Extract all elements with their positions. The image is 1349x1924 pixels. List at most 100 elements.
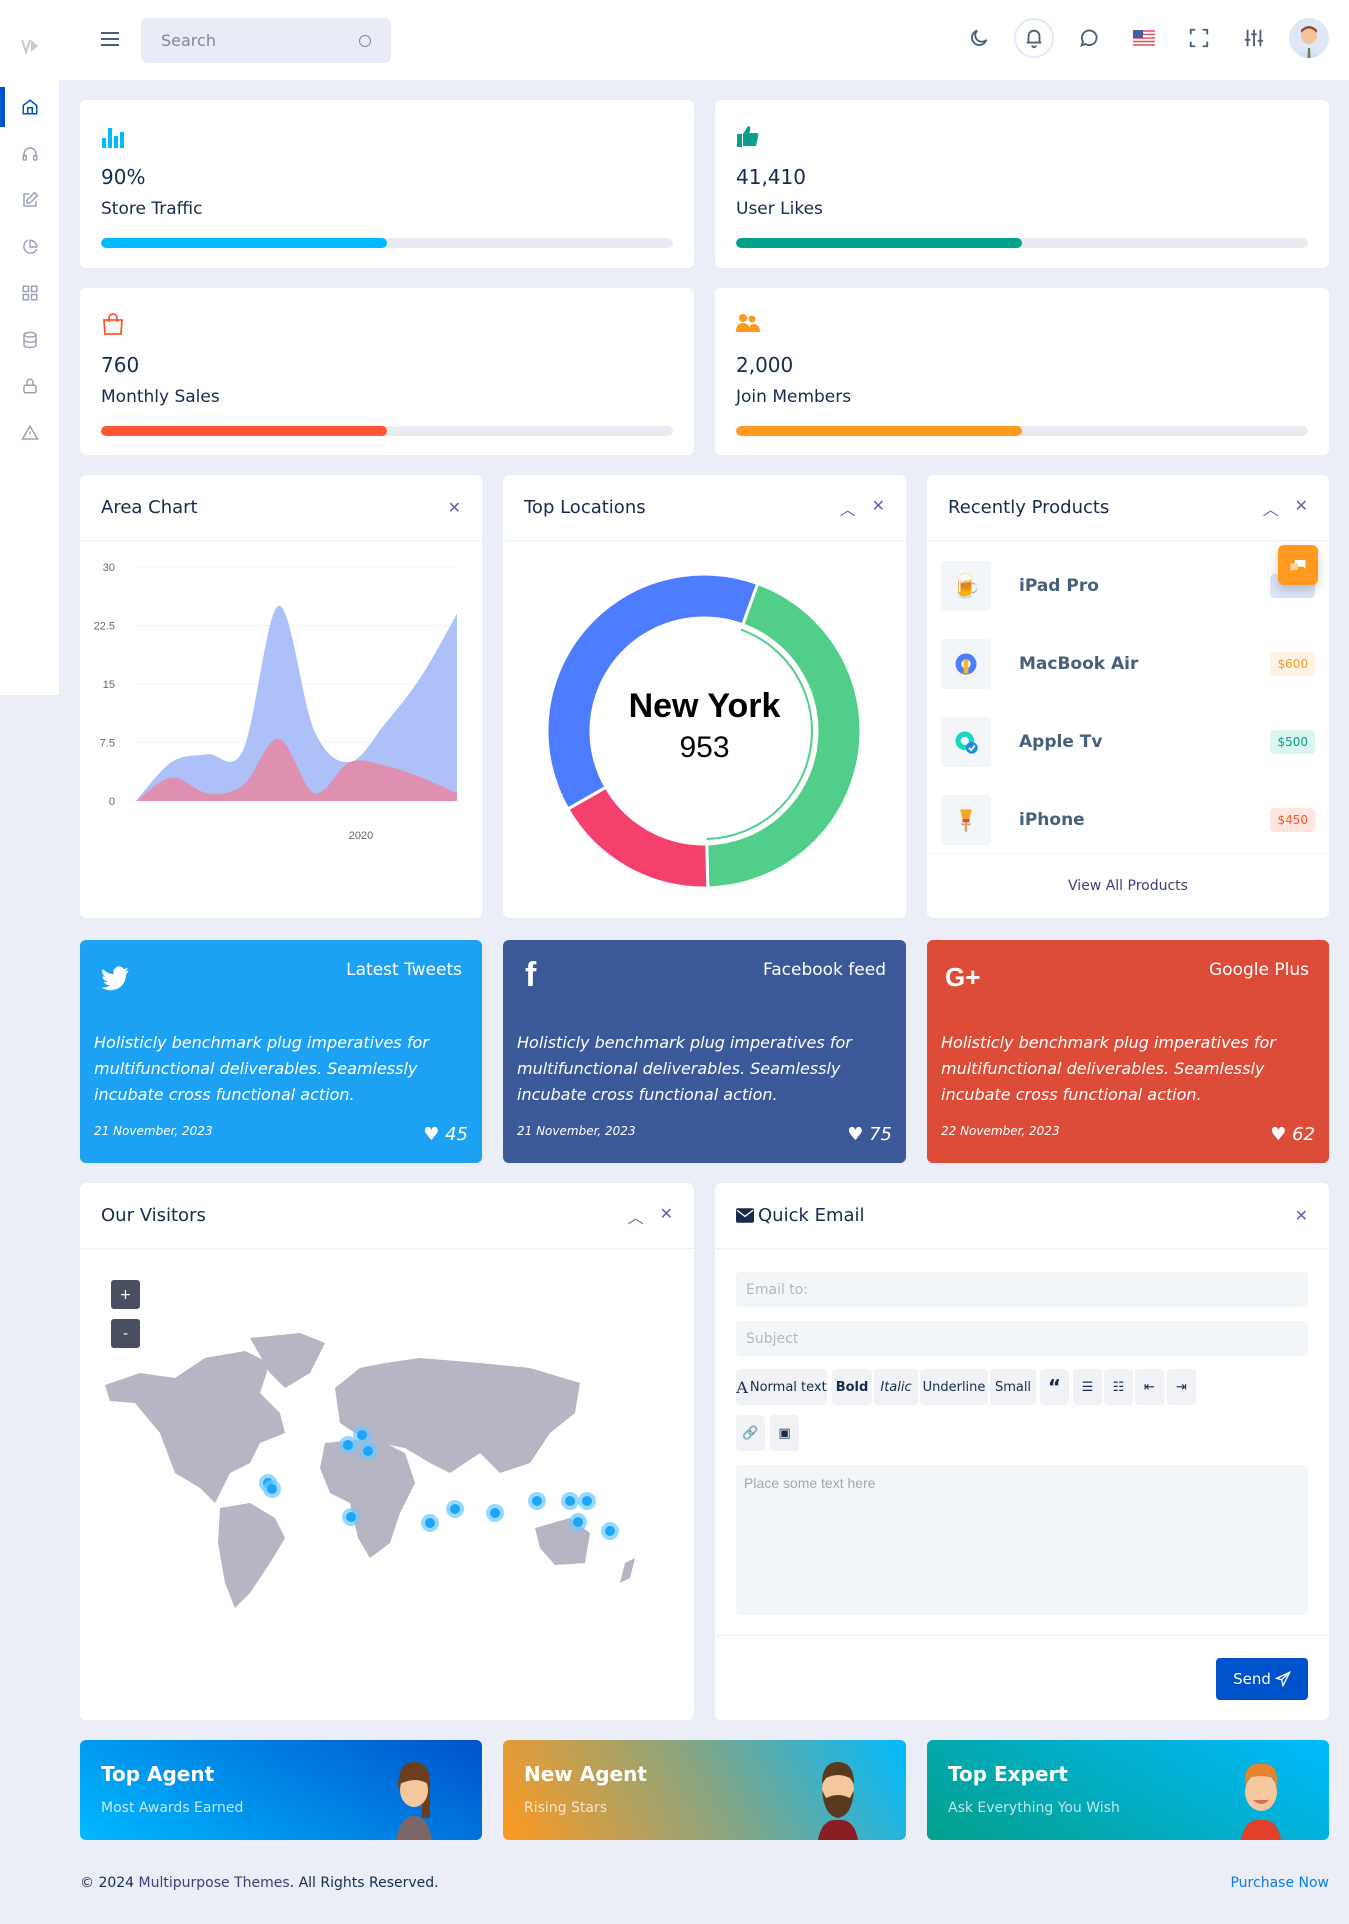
indent-icon: ⇥ [1176, 1379, 1187, 1395]
sidebar-item-apps[interactable] [0, 273, 59, 313]
small-button[interactable]: Small [990, 1369, 1036, 1405]
bold-button[interactable]: Bold [832, 1369, 872, 1405]
fullscreen-button[interactable] [1179, 18, 1219, 58]
product-item[interactable]: iPhone $450 [941, 790, 1315, 850]
social-date: 21 November, 2023 [94, 1124, 213, 1138]
card-title: Our Visitors [101, 1205, 206, 1226]
world-map[interactable] [100, 1333, 680, 1623]
product-image [941, 717, 991, 767]
social-text: Holisticly benchmark plug imperatives fo… [517, 1033, 852, 1104]
map-zoom-in-button[interactable]: + [111, 1280, 140, 1309]
sidebar-item-edit[interactable] [0, 180, 59, 220]
agent-card-new-agent[interactable]: New Agent Rising Stars [503, 1740, 906, 1840]
search-placeholder: Search [161, 31, 216, 50]
email-to-input[interactable]: Email to: [736, 1272, 1308, 1307]
send-button[interactable]: Send [1216, 1658, 1308, 1700]
outdent-button[interactable]: ⇤ [1135, 1369, 1164, 1405]
donut-center-label: New York [628, 687, 781, 725]
product-price: $500 [1270, 730, 1315, 754]
heart-icon: ♥ [1270, 1124, 1287, 1145]
notifications-button[interactable] [1014, 18, 1054, 58]
y-tick-label: 30 [103, 562, 115, 574]
floating-chat-button[interactable] [1278, 545, 1318, 585]
stat-card-user-likes: 41,410 User Likes [715, 100, 1329, 268]
database-icon [22, 331, 37, 349]
hamburger-menu-icon[interactable] [99, 28, 121, 50]
envelope-icon [736, 1208, 754, 1223]
map-marker [582, 1496, 592, 1506]
agent-title: Top Expert [948, 1762, 1068, 1786]
social-card-google-plus: G+ Google Plus Holisticly benchmark plug… [927, 940, 1329, 1163]
facebook-icon[interactable]: f [525, 956, 536, 995]
fullscreen-icon [1189, 28, 1209, 48]
settings-sliders-icon [1244, 29, 1264, 47]
paper-plane-icon [1274, 1671, 1291, 1687]
sidebar-item-alerts[interactable] [0, 413, 59, 453]
button-label: Normal text [749, 1379, 827, 1395]
twitter-icon[interactable] [100, 964, 130, 994]
social-likes[interactable]: ♥ 75 [847, 1124, 892, 1145]
social-likes[interactable]: ♥ 45 [423, 1124, 468, 1145]
close-icon[interactable]: ✕ [660, 1204, 673, 1228]
chat-icon [1080, 29, 1098, 47]
search-icon[interactable] [359, 34, 371, 47]
stat-card-monthly-sales: 760 Monthly Sales [80, 288, 694, 455]
close-icon[interactable]: ✕ [448, 498, 461, 517]
product-item[interactable]: MacBook Air $600 [941, 634, 1315, 694]
sidebar-item-home[interactable] [0, 87, 59, 127]
agent-title: New Agent [524, 1762, 647, 1786]
agent-card-top-expert[interactable]: Top Expert Ask Everything You Wish [927, 1740, 1329, 1840]
stat-label: User Likes [736, 199, 823, 219]
product-item[interactable]: 🍺 iPad Pro [941, 556, 1315, 616]
stat-label: Join Members [736, 387, 852, 407]
area-chart: 0 7.5 15 22.5 30 2020 [94, 562, 457, 842]
logo[interactable] [18, 36, 42, 56]
social-title: Latest Tweets [346, 960, 462, 980]
user-avatar[interactable] [1289, 18, 1329, 58]
close-icon[interactable]: ✕ [1295, 1206, 1308, 1225]
collapse-icon[interactable]: ︿ [840, 496, 856, 520]
indent-button[interactable]: ⇥ [1167, 1369, 1196, 1405]
product-name: Apple Tv [1019, 732, 1103, 752]
dark-mode-toggle[interactable] [959, 18, 999, 58]
close-icon[interactable]: ✕ [872, 496, 885, 520]
likes-count: 75 [869, 1124, 892, 1145]
footer: © 2024 Multipurpose Themes. All Rights R… [80, 1875, 1329, 1891]
underline-button[interactable]: Underline [920, 1369, 988, 1405]
sidebar-item-security[interactable] [0, 366, 59, 406]
sidebar-item-charts[interactable] [0, 227, 59, 267]
unordered-list-button[interactable]: ☰ [1073, 1369, 1102, 1405]
image-icon: ▣ [778, 1425, 791, 1441]
stat-card-join-members: 2,000 Join Members [715, 288, 1329, 455]
settings-button[interactable] [1234, 18, 1274, 58]
thumbs-up-icon [737, 126, 759, 147]
email-body-textarea[interactable]: Place some text here [736, 1465, 1308, 1615]
image-button[interactable]: ▣ [770, 1415, 799, 1451]
edit-icon [22, 191, 39, 207]
subject-input[interactable]: Subject [736, 1321, 1308, 1356]
italic-button[interactable]: Italic [874, 1369, 918, 1405]
normal-text-button[interactable]: A Normal text [736, 1369, 827, 1405]
stat-label: Monthly Sales [101, 387, 220, 407]
agent-card-top-agent[interactable]: Top Agent Most Awards Earned [80, 1740, 482, 1840]
collapse-icon[interactable]: ︿ [1263, 496, 1279, 520]
lock-icon [22, 378, 37, 394]
google-plus-icon[interactable]: G+ [945, 962, 980, 993]
blockquote-button[interactable]: “ [1040, 1369, 1069, 1405]
search-input[interactable]: Search [141, 18, 391, 63]
close-icon[interactable]: ✕ [1295, 496, 1308, 520]
sidebar-item-support[interactable] [0, 134, 59, 174]
social-text: Holisticly benchmark plug imperatives fo… [941, 1033, 1276, 1104]
purchase-now-link[interactable]: Purchase Now [1230, 1875, 1329, 1891]
language-button[interactable] [1124, 18, 1164, 58]
social-likes[interactable]: ♥ 62 [1270, 1124, 1315, 1145]
view-all-products-link[interactable]: View All Products [927, 878, 1329, 894]
ordered-list-button[interactable]: ☷ [1104, 1369, 1133, 1405]
company-link[interactable]: Multipurpose Themes [139, 1875, 290, 1891]
collapse-icon[interactable]: ︿ [628, 1204, 644, 1228]
messages-button[interactable] [1069, 18, 1109, 58]
sidebar-item-database[interactable] [0, 320, 59, 360]
card-header: Quick Email ✕ [715, 1183, 1329, 1249]
link-button[interactable]: 🔗 [736, 1415, 765, 1451]
product-item[interactable]: Apple Tv $500 [941, 712, 1315, 772]
